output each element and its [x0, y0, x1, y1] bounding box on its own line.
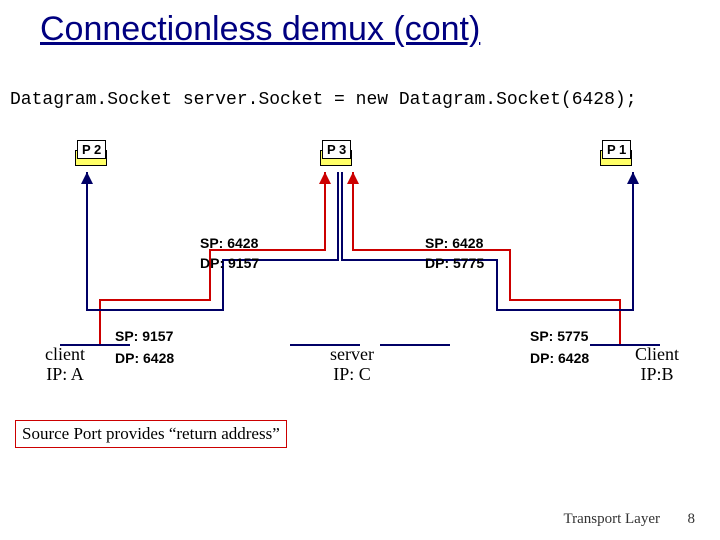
- code-line: Datagram.Socket server.Socket = new Data…: [10, 90, 637, 110]
- demux-diagram: [0, 140, 720, 450]
- host-client-b-l2: IP:B: [635, 365, 679, 385]
- label-dp6428-right: DP: 6428: [530, 350, 589, 366]
- host-server: server IP: C: [330, 345, 374, 385]
- label-dp6428-left: DP: 6428: [115, 350, 174, 366]
- label-dp9157: DP: 9157: [200, 255, 259, 271]
- footer-page: 8: [688, 511, 696, 528]
- label-sp5775: SP: 5775: [530, 328, 588, 344]
- footer-section: Transport Layer: [563, 511, 660, 528]
- host-server-l1: server: [330, 345, 374, 365]
- host-client-a-l2: IP: A: [45, 365, 85, 385]
- note-box: Source Port provides “return address”: [15, 420, 287, 448]
- host-client-b-l1: Client: [635, 345, 679, 365]
- label-sp6428-left: SP: 6428: [200, 235, 258, 251]
- host-client-a-l1: client: [45, 345, 85, 365]
- label-sp9157: SP: 9157: [115, 328, 173, 344]
- page-title: Connectionless demux (cont): [40, 10, 480, 49]
- label-dp5775: DP: 5775: [425, 255, 484, 271]
- label-sp6428-right: SP: 6428: [425, 235, 483, 251]
- host-client-a: client IP: A: [45, 345, 85, 385]
- host-client-b: Client IP:B: [635, 345, 679, 385]
- host-server-l2: IP: C: [330, 365, 374, 385]
